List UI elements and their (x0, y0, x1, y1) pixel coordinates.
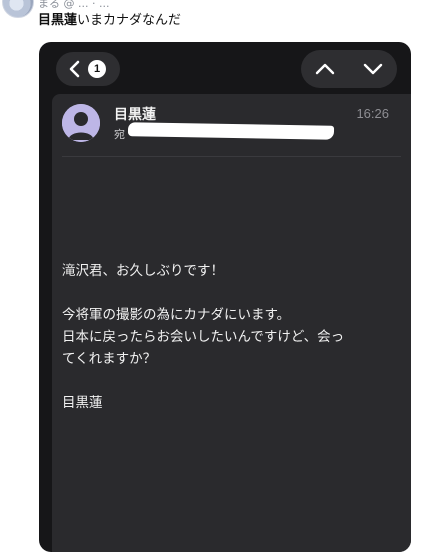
chevron-left-icon (69, 60, 80, 78)
chevron-up-icon (315, 63, 335, 75)
body-line: 滝沢君、お久しぶりです！ (62, 263, 224, 279)
post-header: まる @ ... · ... 目黒蓮いまカナダなんだ (0, 0, 442, 30)
sender-avatar (62, 104, 100, 142)
next-message-button[interactable] (353, 52, 393, 86)
post-text-bold: 目黒蓮 (38, 13, 78, 28)
message-time: 16:26 (356, 106, 389, 121)
message-nav (301, 50, 397, 88)
message-body: 滝沢君、お久しぶりです！ 今将軍の撮影の為にカナダにいます。 日本に戻ったらお会… (62, 260, 392, 414)
header-divider (62, 156, 401, 157)
unread-count-badge: 1 (88, 60, 106, 78)
body-line: 日本に戻ったらお会いしたいんですけど、会っ (62, 329, 345, 345)
redaction-mark (127, 122, 335, 140)
chevron-down-icon (363, 63, 383, 75)
sender-name: 目黒蓮 (114, 107, 156, 123)
user-avatar[interactable] (2, 0, 34, 18)
recipient-label: 宛 (114, 128, 125, 141)
post-text: 目黒蓮いまカナダなんだ (38, 9, 181, 28)
person-icon (62, 104, 100, 142)
signature: 目黒蓮 (62, 395, 103, 411)
body-line: てくれますか？ (62, 351, 157, 367)
previous-message-button[interactable] (305, 52, 345, 86)
post-text-rest: いまカナダなんだ (77, 13, 182, 28)
back-button[interactable]: 1 (56, 52, 120, 86)
mail-screenshot: 1 目黒蓮 宛 16:26 滝沢君、お久しぶりです！ 今将軍の撮影の為にカナダに… (39, 42, 411, 552)
body-line: 今将軍の撮影の為にカナダにいます。 (62, 307, 291, 323)
message-card: 目黒蓮 宛 16:26 滝沢君、お久しぶりです！ 今将軍の撮影の為にカナダにいま… (52, 94, 411, 552)
